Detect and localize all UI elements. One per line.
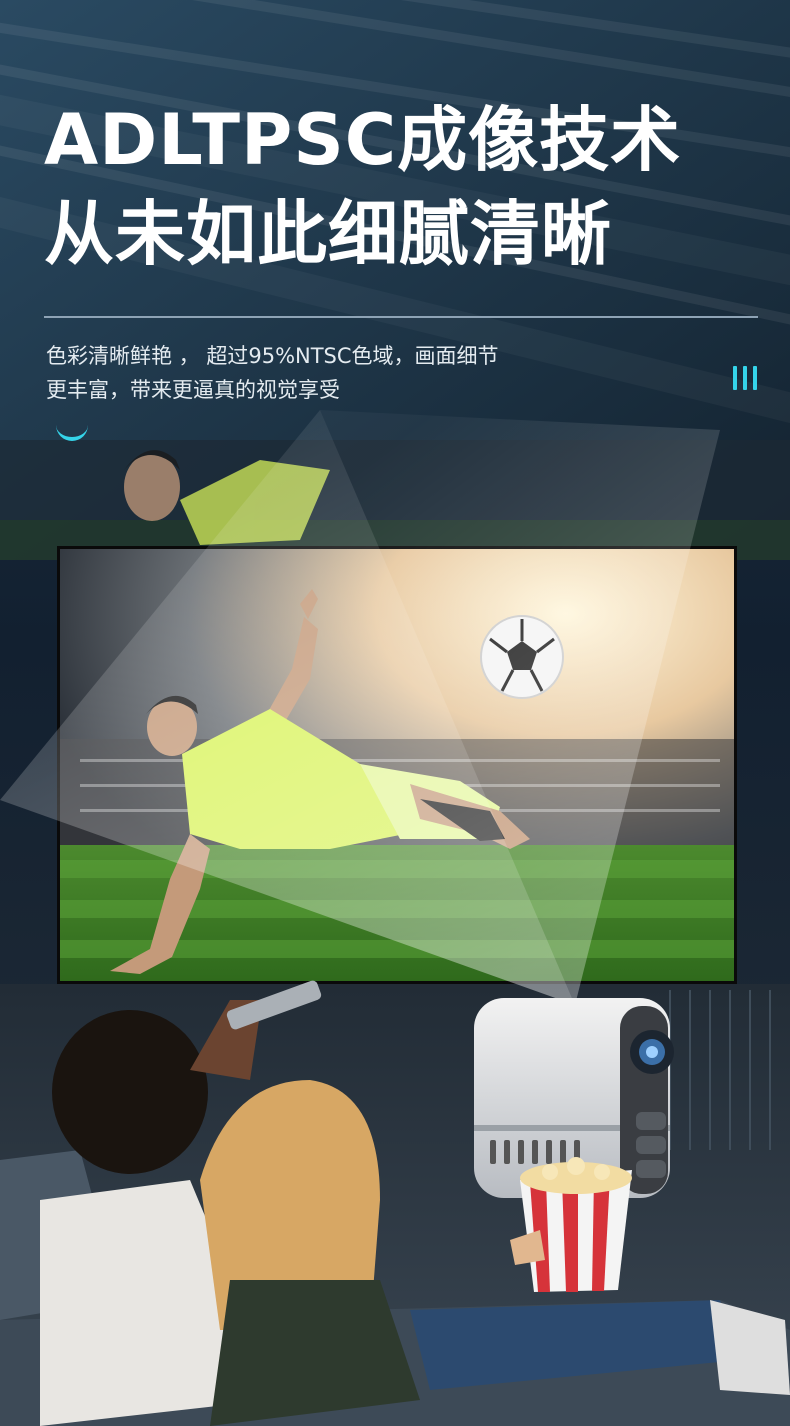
projection-beam-and-scene [0,410,790,1426]
product-banner: ADLTPSC成像技术 从未如此细腻清晰 色彩清晰鲜艳 ， 超过95%NTSC色… [0,0,790,1426]
